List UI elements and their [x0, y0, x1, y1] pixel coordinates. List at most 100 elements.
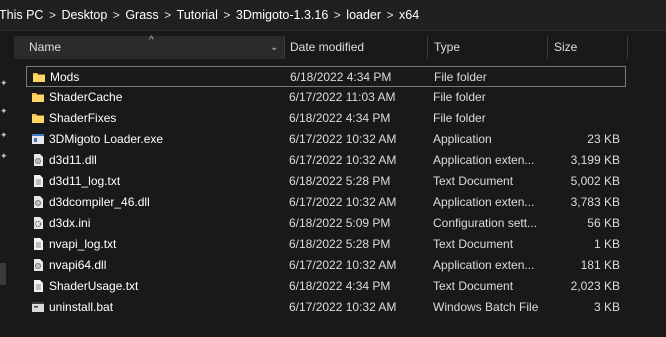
file-name: nvapi64.dll: [49, 258, 107, 272]
file-size: 5,002 KB: [570, 174, 620, 188]
dll-icon: [31, 258, 45, 272]
column-divider[interactable]: [627, 36, 628, 59]
file-row[interactable]: nvapi_log.txt 6/18/2022 5:28 PM Text Docum…: [26, 234, 626, 255]
file-size: 56 KB: [587, 216, 620, 230]
file-date-modified: 6/17/2022 10:32 AM: [289, 300, 397, 314]
file-name: Mods: [50, 70, 80, 84]
file-name: d3d11_log.txt: [49, 174, 121, 188]
file-date-modified: 6/17/2022 11:03 AM: [289, 90, 396, 104]
file-name: 3DMigoto Loader.exe: [49, 132, 164, 146]
file-name: d3d11.dll: [49, 153, 97, 167]
folder-icon: [31, 90, 45, 104]
pin-icon: ✦: [0, 151, 8, 161]
file-row[interactable]: nvapi64.dll 6/17/2022 10:32 AM Application…: [26, 255, 626, 276]
file-size: [550, 108, 620, 129]
toolbar-divider: [0, 30, 666, 31]
file-name: ShaderCache: [49, 90, 123, 104]
file-date-modified: 6/18/2022 4:34 PM: [290, 70, 392, 84]
chevron-right-icon[interactable]: >: [43, 8, 61, 22]
exe-icon: [31, 132, 45, 146]
navigation-pane-edge[interactable]: ✦ ✦ ✦ ✦: [0, 31, 14, 337]
chevron-right-icon[interactable]: >: [381, 8, 399, 22]
file-type: Text Document: [433, 174, 514, 188]
file-name: ShaderFixes: [49, 111, 117, 125]
column-header-size[interactable]: Size: [548, 36, 627, 59]
file-row[interactable]: uninstall.bat 6/17/2022 10:32 AM Windows B…: [26, 297, 626, 318]
breadcrumb-item-3dmigoto[interactable]: 3Dmigoto-1.3.16: [236, 8, 328, 22]
file-name: nvapi_log.txt: [49, 237, 117, 251]
breadcrumb-item-this-pc[interactable]: This PC: [0, 8, 43, 22]
chevron-right-icon[interactable]: >: [107, 8, 125, 22]
column-header-type-label: Type: [434, 40, 461, 54]
file-row[interactable]: Mods 6/18/2022 4:34 PM File folder: [26, 66, 626, 87]
chevron-right-icon[interactable]: >: [159, 8, 177, 22]
bat-icon: [31, 300, 45, 314]
file-type: Configuration sett...: [433, 216, 538, 230]
file-date-modified: 6/17/2022 10:32 AM: [289, 153, 397, 167]
column-header-name[interactable]: Name ^ ⌄: [14, 35, 284, 59]
file-row[interactable]: ShaderUsage.txt 6/18/2022 4:34 PM Text Doc…: [26, 276, 626, 297]
file-type: Application exten...: [433, 258, 535, 272]
text-file-icon: [31, 237, 45, 251]
file-row[interactable]: d3dcompiler_46.dll 6/17/2022 10:32 AM Appl…: [26, 192, 626, 213]
file-type: File folder: [433, 111, 486, 125]
file-size: [550, 87, 620, 108]
file-size: 3,783 KB: [570, 195, 620, 209]
file-size: [551, 67, 621, 88]
pin-icon: ✦: [0, 130, 8, 140]
column-header-type[interactable]: Type: [428, 36, 547, 59]
file-row[interactable]: 3DMigoto Loader.exe 6/17/2022 10:32 AM App…: [26, 129, 626, 150]
column-header-name-label: Name: [29, 40, 62, 54]
file-name: d3dcompiler_46.dll: [49, 195, 150, 209]
breadcrumb-item-tutorial[interactable]: Tutorial: [177, 8, 218, 22]
breadcrumb-item-loader[interactable]: loader: [346, 8, 381, 22]
chevron-right-icon[interactable]: >: [328, 8, 346, 22]
file-row[interactable]: d3dx.ini 6/18/2022 5:09 PM Configuration s…: [26, 213, 626, 234]
pin-icon: ✦: [0, 106, 8, 116]
chevron-down-icon[interactable]: ⌄: [270, 36, 278, 59]
file-name: uninstall.bat: [49, 300, 114, 314]
file-type: Application exten...: [433, 195, 535, 209]
file-date-modified: 6/17/2022 10:32 AM: [289, 132, 397, 146]
file-row[interactable]: ShaderCache 6/17/2022 11:03 AM File folder: [26, 87, 626, 108]
file-name: ShaderUsage.txt: [49, 279, 139, 293]
file-size: 3,199 KB: [570, 153, 620, 167]
breadcrumb-item-desktop[interactable]: Desktop: [61, 8, 107, 22]
folder-icon: [32, 70, 46, 84]
navigation-selected-indicator: [0, 263, 6, 285]
breadcrumb-item-x64[interactable]: x64: [399, 8, 419, 22]
breadcrumb-item-grass[interactable]: Grass: [125, 8, 158, 22]
ini-icon: [31, 216, 45, 230]
file-date-modified: 6/18/2022 5:28 PM: [289, 237, 391, 251]
file-size: 23 KB: [587, 132, 620, 146]
file-name: d3dx.ini: [49, 216, 91, 230]
file-row[interactable]: d3d11_log.txt 6/18/2022 5:28 PM Text Docum…: [26, 171, 626, 192]
pin-icon: ✦: [0, 78, 8, 88]
file-date-modified: 6/18/2022 5:09 PM: [289, 216, 391, 230]
chevron-right-icon[interactable]: >: [218, 8, 236, 22]
dll-icon: [31, 153, 45, 167]
column-header-date-label: Date modified: [290, 40, 365, 54]
column-header-date[interactable]: Date modified: [285, 36, 427, 59]
file-type: Application exten...: [433, 153, 535, 167]
file-type: Text Document: [433, 279, 514, 293]
file-row[interactable]: d3d11.dll 6/17/2022 10:32 AM Application e…: [26, 150, 626, 171]
text-file-icon: [31, 174, 45, 188]
file-type: Text Document: [433, 237, 514, 251]
column-header-size-label: Size: [554, 40, 578, 54]
file-size: 2,023 KB: [570, 279, 620, 293]
column-header-row: Name ^ ⌄ Date modified Type Size: [14, 35, 628, 59]
file-type: File folder: [434, 70, 487, 84]
breadcrumb: This PC > Desktop > Grass > Tutorial > 3…: [0, 0, 666, 30]
file-date-modified: 6/17/2022 10:32 AM: [289, 195, 397, 209]
file-size: 3 KB: [593, 300, 620, 314]
file-date-modified: 6/18/2022 4:34 PM: [289, 279, 391, 293]
file-size: 1 KB: [593, 237, 620, 251]
file-row[interactable]: ShaderFixes 6/18/2022 4:34 PM File folder: [26, 108, 626, 129]
file-type: File folder: [433, 90, 486, 104]
file-date-modified: 6/17/2022 10:32 AM: [289, 258, 397, 272]
file-date-modified: 6/18/2022 5:28 PM: [289, 174, 391, 188]
file-type: Application: [433, 132, 492, 146]
file-size: 181 KB: [580, 258, 620, 272]
folder-icon: [31, 111, 45, 125]
